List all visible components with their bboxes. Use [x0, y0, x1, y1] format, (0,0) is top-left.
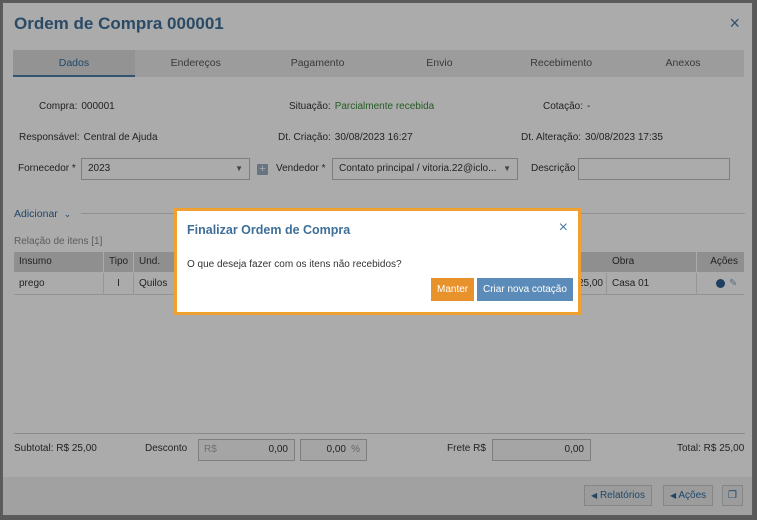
dialog-title: Finalizar Ordem de Compra — [187, 223, 351, 237]
close-icon[interactable]: × — [559, 219, 568, 237]
finalizar-dialog: Finalizar Ordem de Compra × O que deseja… — [174, 208, 581, 315]
manter-button[interactable]: Manter — [431, 278, 475, 301]
dialog-message: O que deseja fazer com os itens não rece… — [187, 259, 402, 270]
criar-nova-cotacao-button[interactable]: Criar nova cotação — [477, 278, 573, 301]
